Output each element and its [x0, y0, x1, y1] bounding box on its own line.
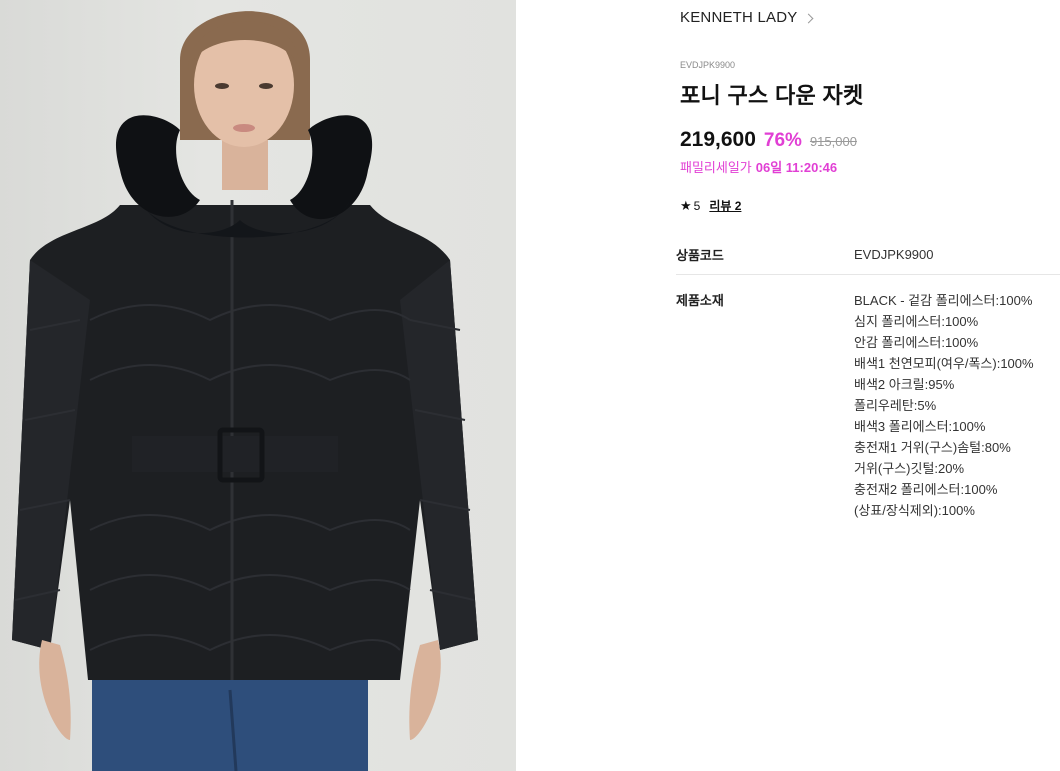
- spec-table: 상품코드 EVDJPK9900 제품소재 BLACK - 겉감 폴리에스터:10…: [676, 234, 1060, 521]
- spec-value-code: EVDJPK9900: [854, 246, 934, 262]
- rating-value: 5: [693, 198, 701, 213]
- product-info: KENNETH LADY EVDJPK9900 포니 구스 다운 자켓 219,…: [516, 0, 1060, 771]
- spec-key-code: 상품코드: [676, 247, 724, 263]
- sale-price: 219,600: [680, 128, 756, 151]
- material-item: BLACK - 겉감 폴리에스터:100%: [854, 293, 1033, 308]
- original-price: 915,000: [809, 134, 857, 149]
- sale-timer: 06일 11:20:46: [755, 160, 838, 175]
- brand-name: KENNETH LADY: [680, 9, 798, 26]
- material-item: 충전재2 폴리에스터:100%: [854, 482, 998, 497]
- spec-key-material: 제품소재: [676, 293, 724, 308]
- product-sku: EVDJPK9900: [680, 60, 736, 70]
- sale-label: 패밀리세일가: [680, 160, 752, 175]
- material-item: 폴리우레탄:5%: [854, 398, 937, 413]
- chevron-right-icon: [803, 13, 814, 23]
- material-item: 배색1 천연모피(여우/폭스):100%: [854, 356, 1034, 371]
- material-item: (상표/장식제외):100%: [854, 503, 975, 518]
- model-photo-illustration: [12, 11, 478, 771]
- material-item: 배색2 아크릴:95%: [854, 377, 955, 392]
- rating-block: ★ 5 리뷰 2: [680, 197, 741, 214]
- spec-row-code: 상품코드 EVDJPK9900: [676, 234, 1060, 275]
- star-icon: ★: [680, 198, 692, 213]
- material-item: 배색3 폴리에스터:100%: [854, 419, 986, 434]
- product-image[interactable]: [0, 0, 516, 771]
- price-block: 219,600 76% 915,000: [680, 128, 857, 152]
- brand-link[interactable]: KENNETH LADY: [680, 9, 814, 26]
- material-item: 충전재1 거위(구스)솜털:80%: [854, 440, 1011, 455]
- product-title: 포니 구스 다운 자켓: [680, 83, 864, 108]
- product-detail-page: KENNETH LADY EVDJPK9900 포니 구스 다운 자켓 219,…: [0, 0, 1060, 771]
- spec-row-material: 제품소재 BLACK - 겉감 폴리에스터:100% 심지 폴리에스터:100%…: [676, 275, 1060, 521]
- material-list: BLACK - 겉감 폴리에스터:100% 심지 폴리에스터:100% 안감 폴…: [854, 290, 1060, 521]
- material-item: 거위(구스)깃털:20%: [854, 461, 965, 476]
- material-item: 심지 폴리에스터:100%: [854, 314, 979, 329]
- family-sale-countdown: 패밀리세일가 06일 11:20:46: [680, 157, 837, 176]
- rating-score: ★ 5: [680, 199, 700, 213]
- material-item: 안감 폴리에스터:100%: [854, 335, 979, 350]
- discount-rate: 76%: [763, 130, 802, 151]
- review-link[interactable]: 리뷰 2: [709, 197, 741, 214]
